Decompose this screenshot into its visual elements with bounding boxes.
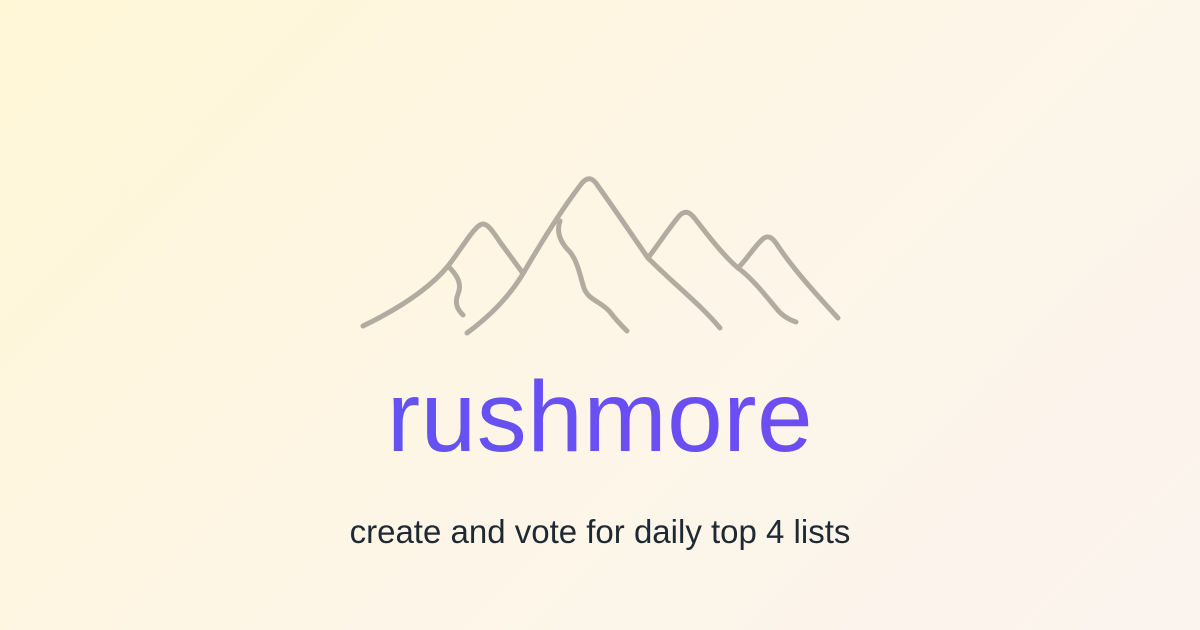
mountains-icon <box>360 176 841 336</box>
tagline: create and vote for daily top 4 lists <box>349 513 851 550</box>
brand-title: rushmore <box>0 362 1200 472</box>
social-card: rushmore create and vote for daily top 4… <box>0 0 1200 630</box>
